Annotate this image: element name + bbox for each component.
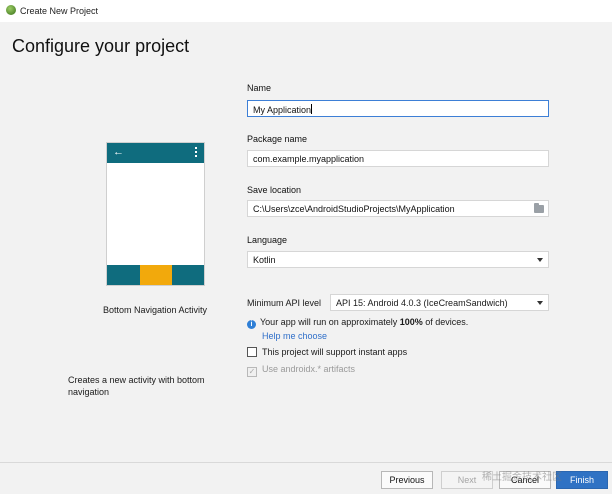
instant-apps-checkbox[interactable]	[247, 347, 257, 357]
help-me-choose-link[interactable]: Help me choose	[262, 331, 327, 341]
device-coverage-info: i Your app will run on approximately 100%…	[247, 317, 468, 329]
finish-button[interactable]: Finish	[556, 471, 608, 489]
androidx-label: Use androidx.* artifacts	[262, 364, 356, 374]
preview-app-bar: ←	[107, 143, 204, 163]
chevron-down-icon	[537, 258, 543, 262]
name-field[interactable]: My Application	[247, 100, 549, 117]
androidx-checkbox: ✓	[247, 367, 257, 377]
overflow-menu-icon	[195, 147, 198, 158]
name-field-value: My Application	[253, 105, 312, 115]
package-name-value: com.example.myapplication	[253, 154, 365, 164]
name-label: Name	[247, 83, 272, 93]
android-studio-icon	[6, 5, 16, 15]
androidx-row: ✓ Use androidx.* artifacts	[247, 364, 355, 377]
language-select[interactable]: Kotlin	[247, 251, 549, 268]
text-caret	[311, 104, 313, 114]
back-arrow-icon: ←	[113, 146, 124, 158]
language-value: Kotlin	[253, 255, 276, 265]
package-label: Package name	[247, 134, 308, 144]
save-location-label: Save location	[247, 185, 302, 195]
folder-icon[interactable]	[534, 203, 544, 213]
wizard-body: Configure your project ← Bottom Navigati…	[0, 22, 612, 462]
title-bar: Create New Project	[0, 0, 612, 22]
watermark: 稀土掘金技术社区	[482, 472, 562, 483]
page-title: Configure your project	[12, 36, 190, 56]
info-icon: i	[247, 320, 256, 329]
activity-preview: ←	[106, 142, 205, 286]
activity-description: Creates a new activity with bottom navig…	[68, 375, 205, 397]
info-prefix: Your app will run on approximately	[260, 317, 400, 327]
save-location-value: C:\Users\zce\AndroidStudioProjects\MyApp…	[253, 204, 455, 214]
min-api-value: API 15: Android 4.0.3 (IceCreamSandwich)	[336, 298, 508, 308]
save-location-field[interactable]: C:\Users\zce\AndroidStudioProjects\MyApp…	[247, 200, 549, 217]
language-label: Language	[247, 235, 288, 245]
min-api-label: Minimum API level	[247, 298, 322, 308]
package-name-field[interactable]: com.example.myapplication	[247, 150, 549, 167]
min-api-select[interactable]: API 15: Android 4.0.3 (IceCreamSandwich)	[330, 294, 549, 311]
preview-bottom-navigation	[107, 265, 204, 285]
instant-apps-row[interactable]: This project will support instant apps	[247, 347, 407, 357]
previous-button[interactable]: Previous	[381, 471, 433, 489]
info-suffix: of devices.	[422, 317, 469, 327]
instant-apps-label: This project will support instant apps	[262, 347, 408, 357]
chevron-down-icon	[537, 301, 543, 305]
window-title: Create New Project	[20, 6, 99, 16]
activity-name: Bottom Navigation Activity	[102, 305, 208, 315]
info-percent: 100%	[399, 317, 423, 327]
preview-selected-nav-item	[140, 265, 172, 285]
